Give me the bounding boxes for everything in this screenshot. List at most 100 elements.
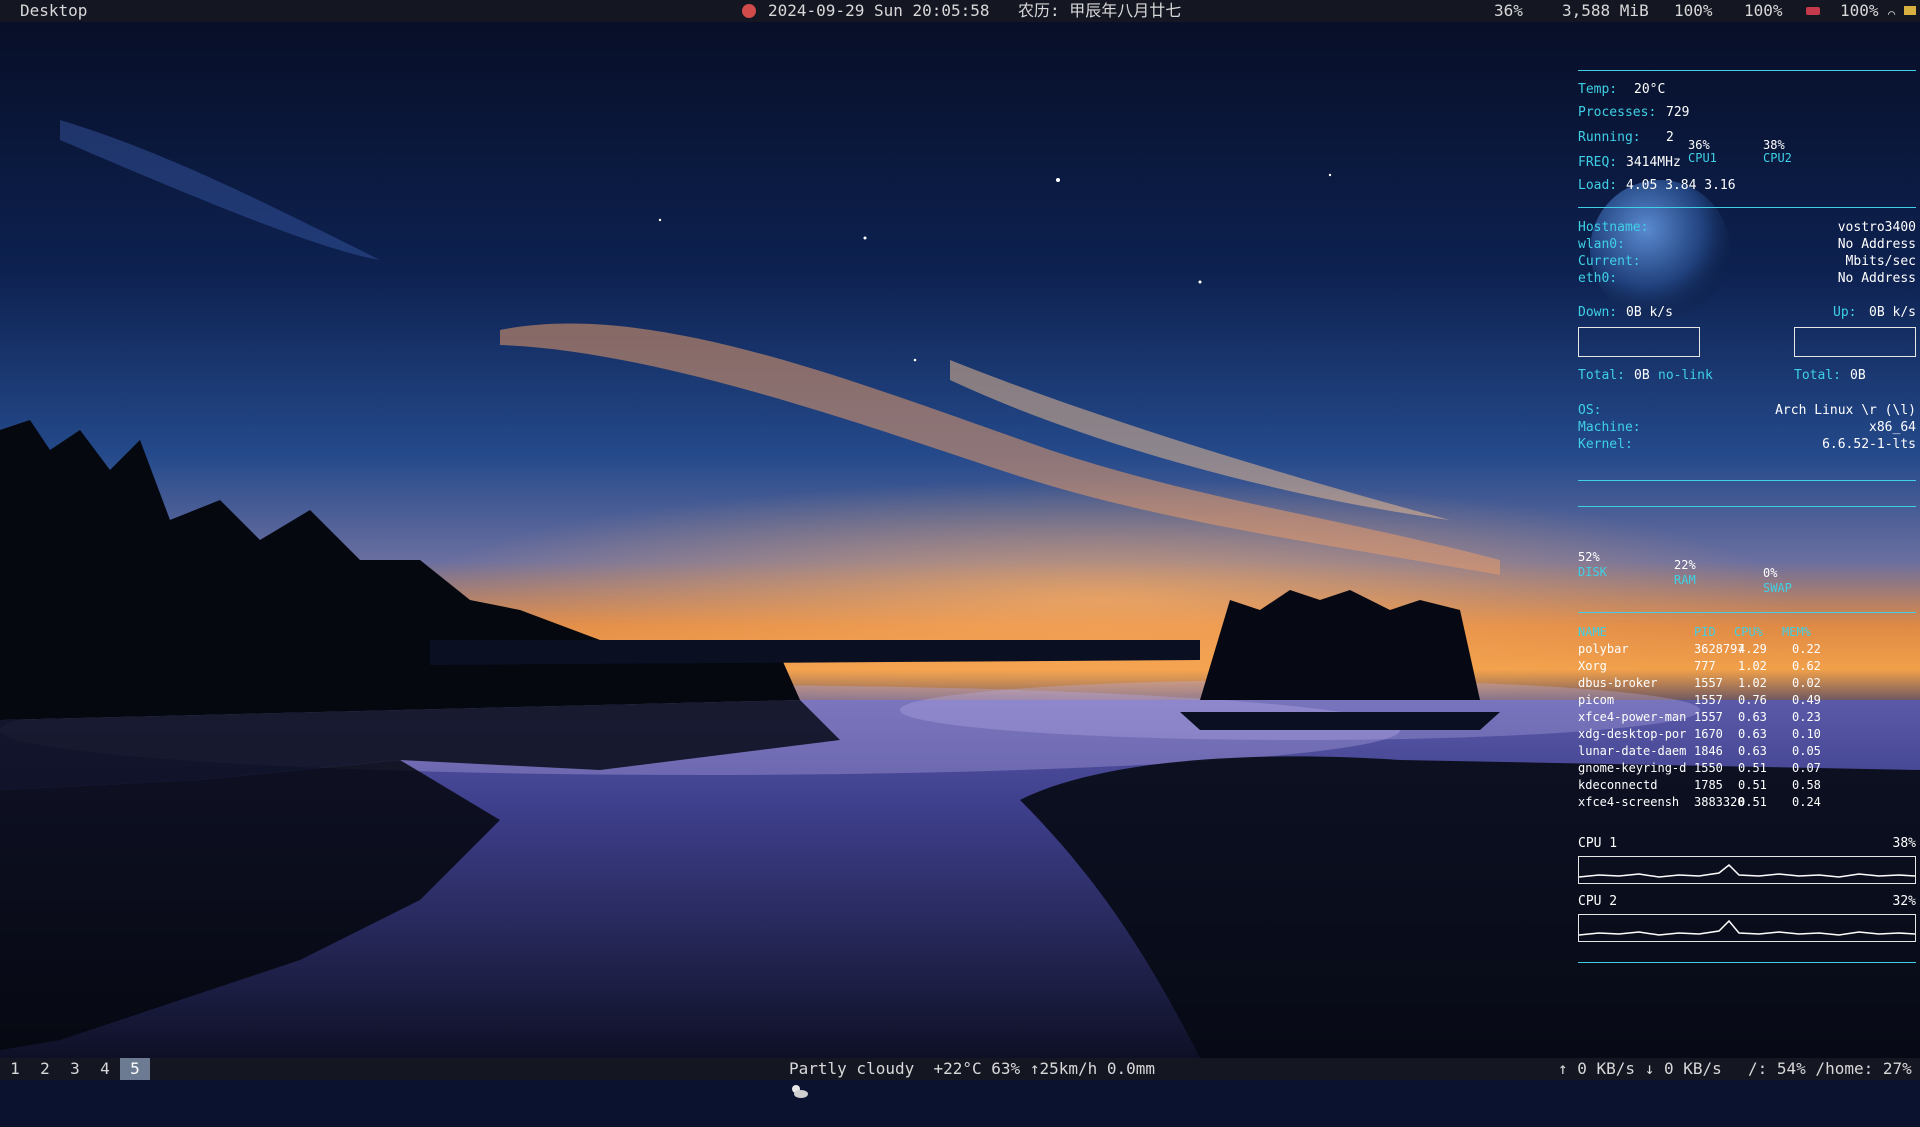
mic-icon[interactable] bbox=[1806, 7, 1820, 15]
divider bbox=[1578, 70, 1916, 71]
process-mem: 0.22 bbox=[1792, 642, 1821, 656]
freq-value: 3414MHz bbox=[1626, 155, 1681, 170]
process-name: xfce4-screensh bbox=[1578, 795, 1680, 809]
down-value: 0B k/s bbox=[1626, 305, 1673, 320]
machine-label: Machine: bbox=[1578, 420, 1641, 435]
workspace-5[interactable]: 5 bbox=[120, 1058, 150, 1080]
process-pid: 1557 bbox=[1694, 710, 1723, 724]
divider bbox=[1578, 207, 1916, 208]
workspace-1[interactable]: 1 bbox=[0, 1058, 30, 1080]
download-graph bbox=[1578, 327, 1700, 357]
col-mem-header: MEM% bbox=[1782, 625, 1811, 639]
cpu1-graph-value: 38% bbox=[1892, 836, 1916, 851]
hostname-label: Hostname: bbox=[1578, 220, 1649, 235]
process-mem: 0.02 bbox=[1792, 676, 1821, 690]
running-value: 2 bbox=[1666, 130, 1674, 145]
cpu2-graph-trace bbox=[1578, 919, 1916, 936]
machine-value: x86_64 bbox=[1869, 420, 1916, 435]
process-cpu: 0.51 bbox=[1738, 761, 1767, 775]
process-cpu: 0.63 bbox=[1738, 744, 1767, 758]
process-cpu: 0.63 bbox=[1738, 727, 1767, 741]
workspace-3[interactable]: 3 bbox=[60, 1058, 90, 1080]
cpu2-label: CPU2 bbox=[1763, 151, 1792, 165]
swap-percent: 0% bbox=[1763, 566, 1778, 580]
kernel-label: Kernel: bbox=[1578, 437, 1633, 452]
kernel-value: 6.6.52-1-lts bbox=[1822, 437, 1916, 452]
process-pid: 1557 bbox=[1694, 676, 1723, 690]
load-label: Load: bbox=[1578, 178, 1618, 193]
upload-graph bbox=[1794, 327, 1916, 357]
cpu1-graph-label: CPU 1 bbox=[1578, 836, 1618, 851]
link-status: no-link bbox=[1658, 368, 1713, 383]
down-label: Down: bbox=[1578, 305, 1618, 320]
cpu2-graph bbox=[1578, 914, 1916, 942]
process-mem: 0.05 bbox=[1792, 744, 1821, 758]
process-pid: 1557 bbox=[1694, 693, 1723, 707]
memory-usage: 3,588 MiB bbox=[1562, 1, 1649, 20]
cpu1-graph bbox=[1578, 856, 1916, 884]
process-cpu: 4.29 bbox=[1738, 642, 1767, 656]
cpu1-graph-trace bbox=[1578, 863, 1916, 878]
process-name: lunar-date-daem bbox=[1578, 744, 1687, 758]
eth-label: eth0: bbox=[1578, 271, 1618, 286]
current-value: Mbits/sec bbox=[1845, 254, 1916, 269]
freq-label: FREQ: bbox=[1578, 155, 1618, 170]
process-mem: 0.24 bbox=[1792, 795, 1821, 809]
process-cpu: 0.76 bbox=[1738, 693, 1767, 707]
divider bbox=[1578, 506, 1916, 507]
processes-label: Processes: bbox=[1578, 105, 1657, 120]
ram-label: RAM bbox=[1674, 573, 1696, 587]
workspace-2[interactable]: 2 bbox=[30, 1058, 60, 1080]
process-name: kdeconnectd bbox=[1578, 778, 1658, 792]
current-label: Current: bbox=[1578, 254, 1641, 269]
process-name: Xorg bbox=[1578, 659, 1607, 673]
process-cpu: 0.51 bbox=[1738, 778, 1767, 792]
process-cpu: 1.02 bbox=[1738, 676, 1767, 690]
temp-value: 20°C bbox=[1634, 82, 1666, 97]
wifi-icon[interactable]: ◠ bbox=[1888, 3, 1895, 25]
wlan-value: No Address bbox=[1837, 237, 1916, 252]
divider bbox=[1578, 480, 1916, 481]
disk-percent: 52% bbox=[1578, 550, 1600, 564]
workspace-title: Desktop bbox=[20, 1, 88, 20]
cpu2-graph-label: CPU 2 bbox=[1578, 894, 1618, 909]
datetime[interactable]: 2024-09-29 Sun 20:05:58 bbox=[768, 0, 990, 22]
total-up-label: Total: bbox=[1794, 368, 1841, 383]
network-speed: ↑ 0 KB/s ↓ 0 KB/s bbox=[1558, 1059, 1722, 1078]
process-pid: 1785 bbox=[1694, 778, 1723, 792]
process-mem: 0.23 bbox=[1792, 710, 1821, 724]
volume-level[interactable]: 100% bbox=[1674, 0, 1713, 22]
col-name-header: NAME bbox=[1578, 625, 1607, 639]
divider bbox=[1578, 962, 1916, 963]
cpu2-graph-value: 32% bbox=[1892, 894, 1916, 909]
eth-value: No Address bbox=[1837, 271, 1916, 286]
total-down-value: 0B bbox=[1634, 368, 1650, 383]
col-cpu-header: CPU% bbox=[1734, 625, 1763, 639]
running-label: Running: bbox=[1578, 130, 1641, 145]
up-label: Up: bbox=[1833, 305, 1857, 320]
total-down-label: Total: bbox=[1578, 368, 1625, 383]
col-pid-header: PID bbox=[1694, 625, 1716, 639]
process-mem: 0.10 bbox=[1792, 727, 1821, 741]
top-status-bar: Desktop 2024-09-29 Sun 20:05:58 农历: 甲辰年八… bbox=[0, 0, 1920, 22]
process-name: xfce4-power-man bbox=[1578, 710, 1687, 724]
wlan-label: wlan0: bbox=[1578, 237, 1625, 252]
process-cpu: 1.02 bbox=[1738, 659, 1767, 673]
conky-system-monitor: Temp: 20°C Processes: 729 Running: 2 FRE… bbox=[1578, 60, 1916, 970]
weather-status: Partly cloudy +22°C 63% ↑25km/h 0.0mm bbox=[789, 1059, 1156, 1078]
process-pid: 777 bbox=[1694, 659, 1716, 673]
process-name: polybar bbox=[1578, 642, 1629, 656]
disk-usage: /: 54% /home: 27% bbox=[1748, 1059, 1912, 1078]
cpu-usage: 36% bbox=[1494, 1, 1523, 20]
load-value: 4.05 3.84 3.16 bbox=[1626, 178, 1736, 193]
process-pid: 1670 bbox=[1694, 727, 1723, 741]
process-mem: 0.07 bbox=[1792, 761, 1821, 775]
battery-icon bbox=[1904, 6, 1916, 15]
hostname-value: vostro3400 bbox=[1837, 220, 1916, 235]
process-cpu: 0.51 bbox=[1738, 795, 1767, 809]
up-value: 0B k/s bbox=[1869, 305, 1916, 320]
brightness-level[interactable]: 100% bbox=[1744, 0, 1783, 22]
swap-label: SWAP bbox=[1763, 581, 1792, 595]
process-pid: 1846 bbox=[1694, 744, 1723, 758]
workspace-4[interactable]: 4 bbox=[90, 1058, 120, 1080]
